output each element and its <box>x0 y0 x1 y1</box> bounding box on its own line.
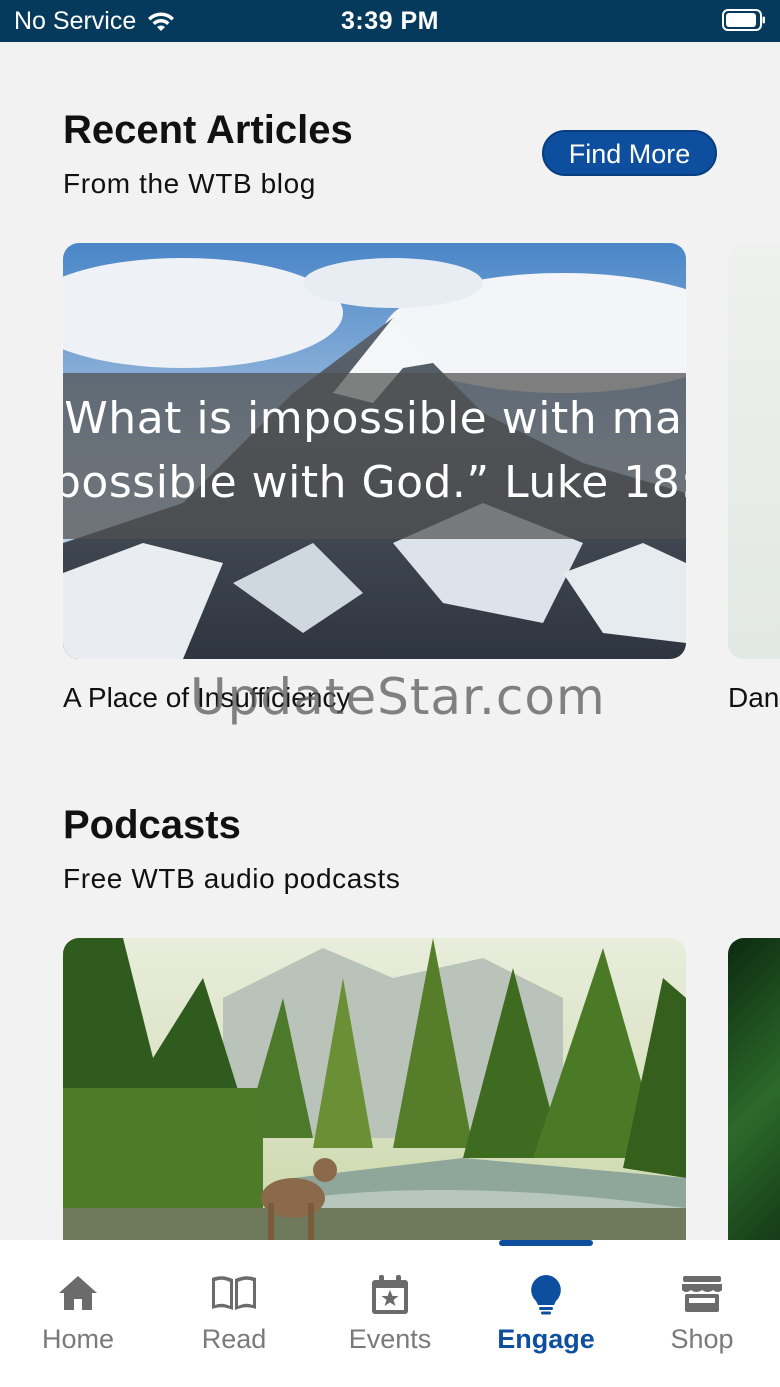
tab-home[interactable]: Home <box>0 1240 156 1387</box>
home-icon <box>59 1276 97 1310</box>
storefront-icon <box>682 1276 722 1312</box>
find-more-button[interactable]: Find More <box>542 130 717 176</box>
quote-overlay: “What is impossible with man is possible… <box>63 373 686 539</box>
lightbulb-icon <box>531 1275 561 1315</box>
article-card[interactable]: “What is impossible with man is possible… <box>63 243 686 659</box>
forest-river-deer-image <box>63 938 686 1258</box>
book-icon <box>212 1276 256 1310</box>
green-leaves-image <box>728 938 780 1258</box>
article-card[interactable] <box>728 243 780 659</box>
active-tab-indicator <box>499 1240 593 1246</box>
podcasts-subtitle: Free WTB audio podcasts <box>63 863 401 894</box>
podcast-card[interactable] <box>728 938 780 1258</box>
recent-articles-title: Recent Articles <box>63 108 353 152</box>
tab-read[interactable]: Read <box>156 1240 312 1387</box>
clock: 3:39 PM <box>341 7 439 35</box>
podcasts-title: Podcasts <box>63 803 241 847</box>
tab-engage[interactable]: Engage <box>468 1240 624 1387</box>
tab-read-label: Read <box>201 1324 267 1354</box>
quote-line-1: “What is impossible with man is <box>63 393 686 444</box>
tab-shop-label: Shop <box>670 1324 734 1354</box>
tab-home-label: Home <box>41 1324 115 1354</box>
tab-shop[interactable]: Shop <box>624 1240 780 1387</box>
podcast-card[interactable] <box>63 938 686 1258</box>
watermark: UpdateStar.com <box>190 668 606 726</box>
quote-line-2: possible with God.” Luke 18:27 <box>63 457 686 508</box>
status-bar: No Service 3:39 PM <box>0 0 780 42</box>
article-card-title[interactable]: Dan <box>728 682 779 714</box>
tab-events-label: Events <box>348 1324 432 1354</box>
tab-engage-label: Engage <box>497 1324 595 1354</box>
battery-icon <box>722 9 765 31</box>
partial-card-image <box>728 243 780 659</box>
recent-articles-subtitle: From the WTB blog <box>63 168 316 199</box>
calendar-icon <box>372 1275 408 1314</box>
tab-bar: Home Read Events Engage Shop <box>0 1240 780 1387</box>
tab-events[interactable]: Events <box>312 1240 468 1387</box>
